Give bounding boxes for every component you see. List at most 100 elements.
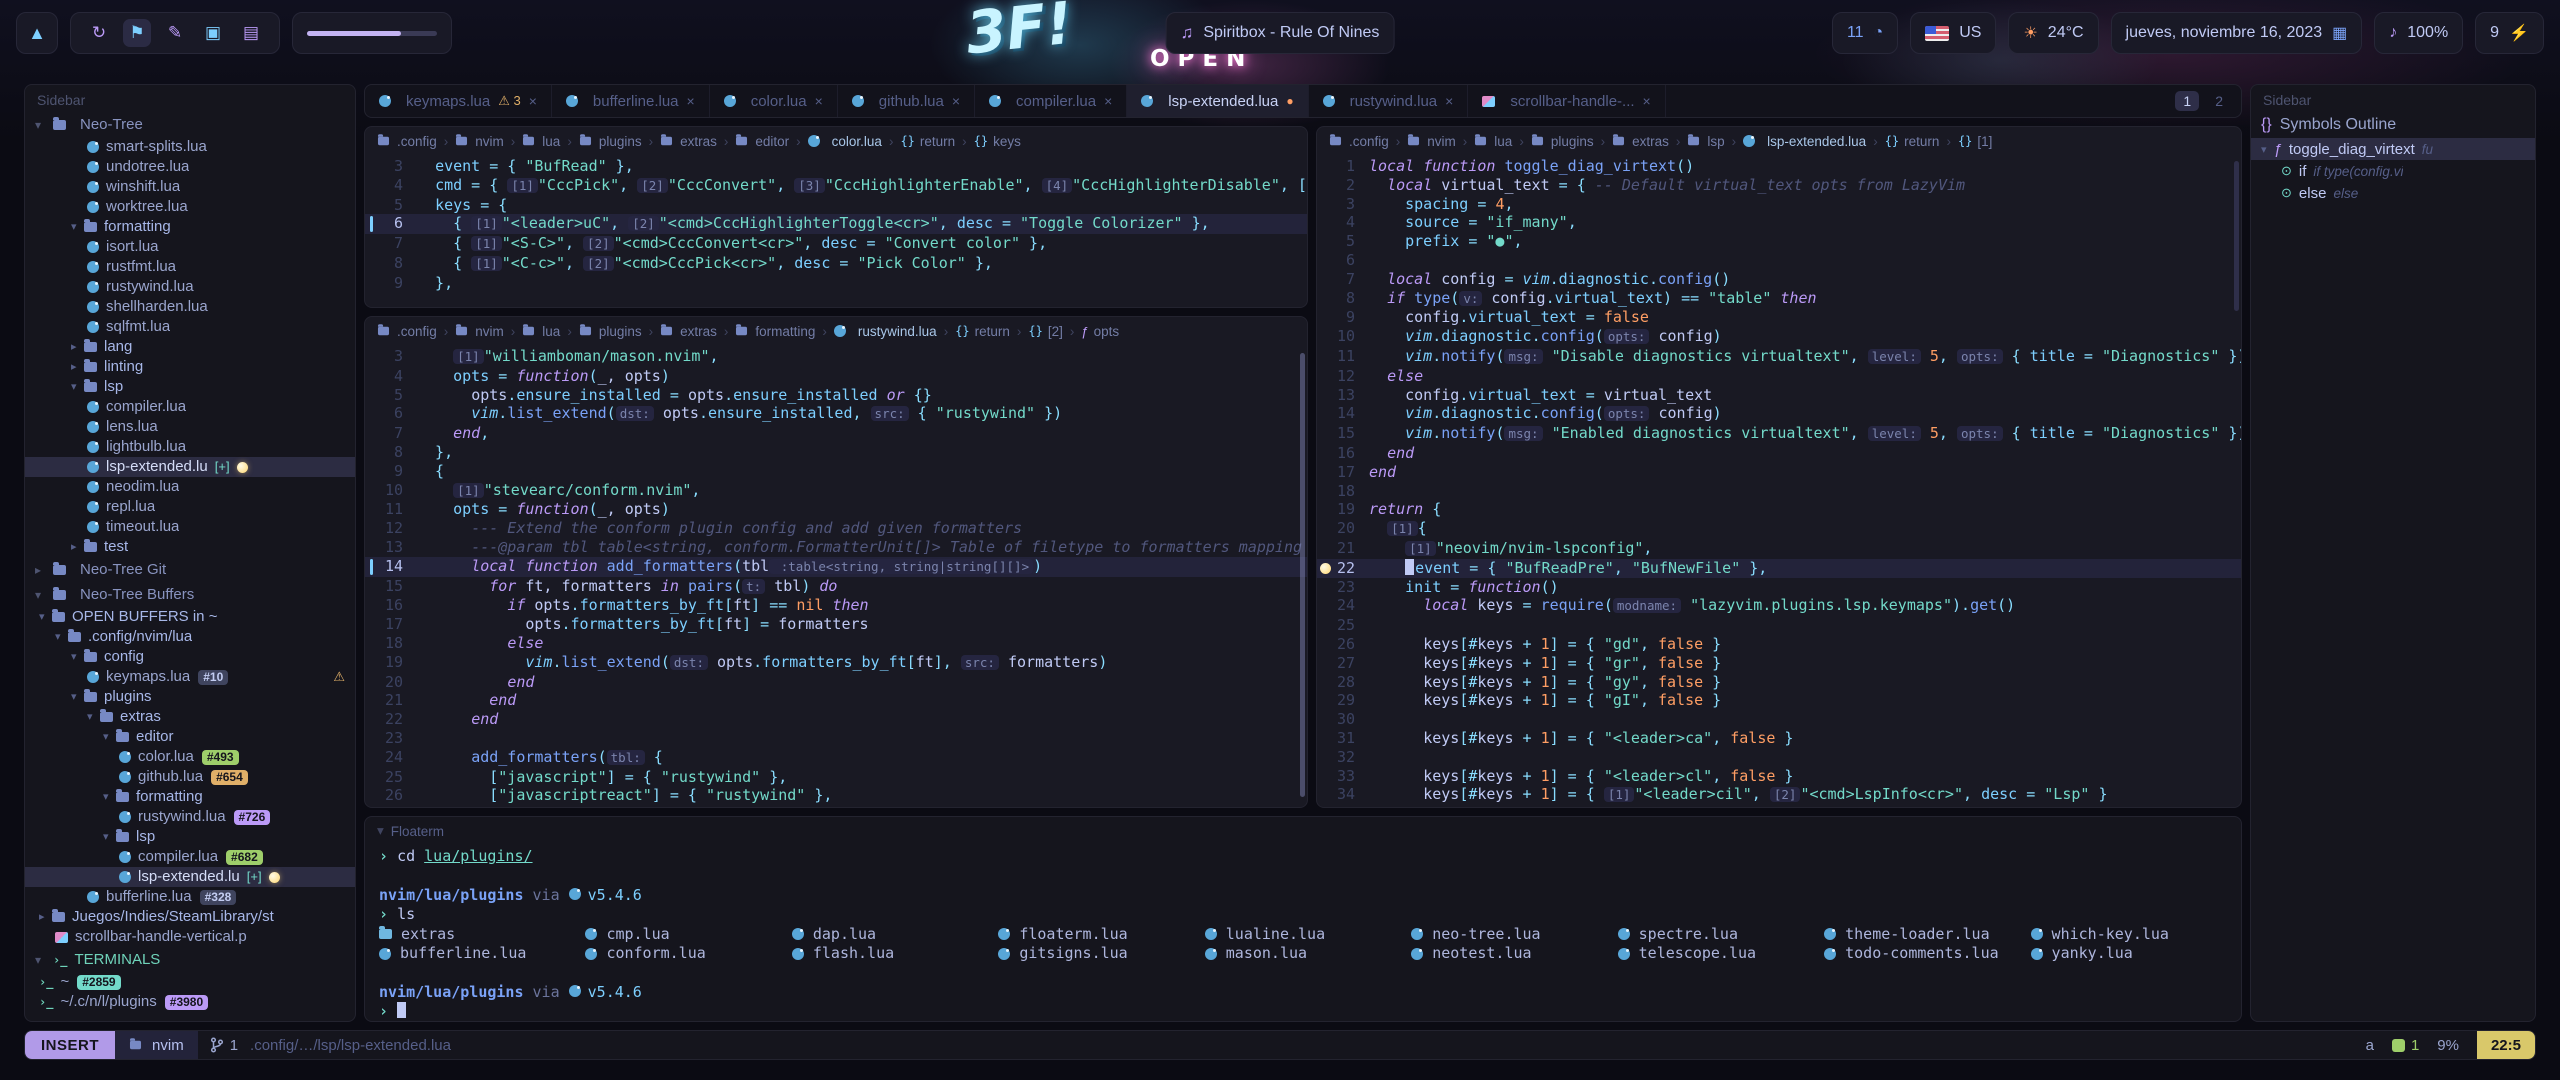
- tree-item[interactable]: ▾lsp: [25, 827, 355, 847]
- code-line[interactable]: 5 prefix = "●",: [1317, 232, 2241, 251]
- code-line[interactable]: 15 for ft, formatters in pairs(t: tbl) d…: [365, 577, 1307, 597]
- code-line[interactable]: 5 opts.ensure_installed = opts.ensure_in…: [365, 386, 1307, 405]
- listed-file[interactable]: spectre.lua: [1618, 925, 1814, 944]
- code-line[interactable]: 9 config.virtual_text = false: [1317, 308, 2241, 327]
- tree-item[interactable]: ▾editor: [25, 727, 355, 747]
- code-line[interactable]: 26 ["javascriptreact"] = { "rustywind" }…: [365, 786, 1307, 805]
- code-line[interactable]: 9 },: [365, 274, 1307, 293]
- windows-icon[interactable]: ▣: [199, 19, 227, 47]
- listed-file[interactable]: flash.lua: [792, 944, 988, 963]
- flag-icon[interactable]: ⚑: [123, 19, 151, 47]
- listed-file[interactable]: theme-loader.lua: [1824, 925, 2020, 944]
- scrollbar-thumb[interactable]: [1300, 353, 1305, 797]
- tree-item[interactable]: timeout.lua: [25, 517, 355, 537]
- code-line[interactable]: 21 end: [365, 691, 1307, 710]
- command-line[interactable]: [24, 1060, 2536, 1080]
- tab-keymaps.lua[interactable]: keymaps.lua⚠ 3×: [365, 85, 552, 117]
- breadcrumb-segment[interactable]: extras: [660, 134, 717, 149]
- breadcrumb-segment[interactable]: plugins: [1531, 134, 1594, 149]
- code-line[interactable]: 25 ["javascript"] = { "rustywind" },: [365, 768, 1307, 787]
- tree-item[interactable]: ▾plugins: [25, 687, 355, 707]
- listed-file[interactable]: floaterm.lua: [998, 925, 1194, 944]
- code-line[interactable]: 13 config.virtual_text = virtual_text: [1317, 386, 2241, 405]
- code-line[interactable]: 16 end: [1317, 444, 2241, 463]
- keyboard-layout-pill[interactable]: US: [1910, 12, 1996, 54]
- floaterm-pane[interactable]: ▾ Floaterm › cd lua/plugins/nvim/lua/plu…: [364, 816, 2242, 1022]
- code-line[interactable]: 6: [1317, 251, 2241, 270]
- close-icon[interactable]: ×: [1643, 93, 1651, 109]
- listed-file[interactable]: bufferline.lua: [379, 944, 575, 963]
- code-line[interactable]: 33 keys[#keys + 1] = { "<leader>cl", fal…: [1317, 767, 2241, 786]
- tab-lsp-extended.lua[interactable]: lsp-extended.lua●: [1127, 85, 1308, 117]
- code-line[interactable]: 14 local function add_formatters(tbl :ta…: [365, 557, 1307, 577]
- code-line[interactable]: 3 [1]"williamboman/mason.nvim",: [365, 347, 1307, 367]
- edit-icon[interactable]: ✎: [161, 19, 189, 47]
- scrollbar-thumb[interactable]: [2234, 161, 2239, 311]
- code-line[interactable]: 28 keys[#keys + 1] = { "gy", false }: [1317, 673, 2241, 692]
- code-line[interactable]: 8 if type(v: config.virtual_text) == "ta…: [1317, 289, 2241, 309]
- slider-widget[interactable]: [292, 12, 452, 54]
- listed-file[interactable]: mason.lua: [1205, 944, 1401, 963]
- tab-indicator[interactable]: 1: [2392, 1037, 2419, 1054]
- code-line[interactable]: 22 event = { "BufReadPre", "BufNewFile" …: [1317, 559, 2241, 578]
- editor-pane-rustywind-lua[interactable]: .config›nvim›lua›plugins›extras›formatti…: [364, 316, 1308, 808]
- tree-item[interactable]: lsp-extended.lu[+]: [25, 867, 355, 887]
- tree-item[interactable]: ▸linting: [25, 357, 355, 377]
- tree-item[interactable]: ▾formatting: [25, 217, 355, 237]
- code-line[interactable]: 19return {: [1317, 500, 2241, 519]
- tree-item[interactable]: color.lua#493: [25, 747, 355, 767]
- breadcrumb-segment[interactable]: {}[2]: [1028, 324, 1062, 339]
- code-line[interactable]: 10 [1]"stevearc/conform.nvim",: [365, 481, 1307, 501]
- breadcrumb-segment[interactable]: {}return: [1885, 134, 1940, 149]
- code-line[interactable]: 11 vim.notify(msg: "Disable diagnostics …: [1317, 347, 2241, 367]
- code-area[interactable]: 1local function toggle_diag_virtext()2 l…: [1317, 155, 2241, 807]
- tree-item[interactable]: lsp-extended.lu[+]: [25, 457, 355, 477]
- code-line[interactable]: 5 keys = {: [365, 196, 1307, 215]
- breadcrumb-segment[interactable]: lua: [1474, 134, 1512, 149]
- code-line[interactable]: 4 source = "if_many",: [1317, 213, 2241, 232]
- tree-item[interactable]: ▸lang: [25, 337, 355, 357]
- code-line[interactable]: 29 keys[#keys + 1] = { "gI", false }: [1317, 691, 2241, 710]
- editor-pane-lsp-extended-lua[interactable]: .config›nvim›lua›plugins›extras›lsp›lsp-…: [1316, 126, 2242, 808]
- code-line[interactable]: 19 vim.list_extend(dst: opts.formatters_…: [365, 653, 1307, 673]
- tree-item[interactable]: sqlfmt.lua: [25, 317, 355, 337]
- tree-item[interactable]: ▾OPEN BUFFERS in ~: [25, 607, 355, 627]
- breadcrumb-segment[interactable]: lua: [522, 324, 560, 339]
- close-icon[interactable]: ×: [1104, 93, 1112, 109]
- code-line[interactable]: 17end: [1317, 463, 2241, 482]
- code-line[interactable]: 12 --- Extend the conform plugin config …: [365, 519, 1307, 538]
- outline-item-toggle_diag_virtext[interactable]: ▾ƒtoggle_diag_virtextfu: [2251, 138, 2535, 160]
- code-line[interactable]: 4 opts = function(_, opts): [365, 367, 1307, 386]
- tree-item[interactable]: lightbulb.lua: [25, 437, 355, 457]
- tree-item[interactable]: neodim.lua: [25, 477, 355, 497]
- code-line[interactable]: 18 else: [365, 634, 1307, 653]
- code-line[interactable]: 21 [1]"neovim/nvim-lspconfig",: [1317, 539, 2241, 559]
- code-line[interactable]: 22 end: [365, 710, 1307, 729]
- code-line[interactable]: 15 vim.notify(msg: "Enabled diagnostics …: [1317, 424, 2241, 444]
- file-icon[interactable]: ▤: [237, 19, 265, 47]
- tree-item[interactable]: ▸Juegos/Indies/SteamLibrary/st: [25, 907, 355, 927]
- tree-item[interactable]: scrollbar-handle-vertical.p: [25, 927, 355, 947]
- code-line[interactable]: 25: [1317, 616, 2241, 635]
- date-pill[interactable]: jueves, noviembre 16, 2023 ▦: [2111, 12, 2363, 54]
- breadcrumb-segment[interactable]: extras: [1612, 134, 1669, 149]
- code-line[interactable]: 1local function toggle_diag_virtext(): [1317, 157, 2241, 176]
- music-widget[interactable]: ♫ Spiritbox - Rule Of Nines: [1166, 12, 1395, 54]
- close-icon[interactable]: ×: [1445, 93, 1453, 109]
- code-line[interactable]: 8 },: [365, 443, 1307, 462]
- breadcrumb-segment[interactable]: editor: [735, 134, 789, 149]
- breadcrumb-segment[interactable]: {}return: [955, 324, 1010, 339]
- refresh-icon[interactable]: ↻: [85, 19, 113, 47]
- code-line[interactable]: 10 vim.diagnostic.config(opts: config): [1317, 327, 2241, 347]
- code-line[interactable]: 11 opts = function(_, opts): [365, 500, 1307, 519]
- code-area[interactable]: 3 [1]"williamboman/mason.nvim",4 opts = …: [365, 345, 1307, 807]
- tree-item[interactable]: ▾.config/nvim/lua: [25, 627, 355, 647]
- close-icon[interactable]: ×: [952, 93, 960, 109]
- tab-page-2[interactable]: 2: [2207, 91, 2231, 111]
- tab-github.lua[interactable]: github.lua×: [838, 85, 975, 117]
- code-line[interactable]: 34 keys[#keys + 1] = { [1]"<leader>cil",…: [1317, 785, 2241, 805]
- outline-item-if[interactable]: ⊙ifif type(config.vi: [2251, 160, 2535, 182]
- code-area[interactable]: 3 event = { "BufRead" },4 cmd = { [1]"Cc…: [365, 155, 1307, 307]
- breadcrumb-segment[interactable]: .config: [377, 324, 437, 339]
- code-line[interactable]: 6 vim.list_extend(dst: opts.ensure_insta…: [365, 404, 1307, 424]
